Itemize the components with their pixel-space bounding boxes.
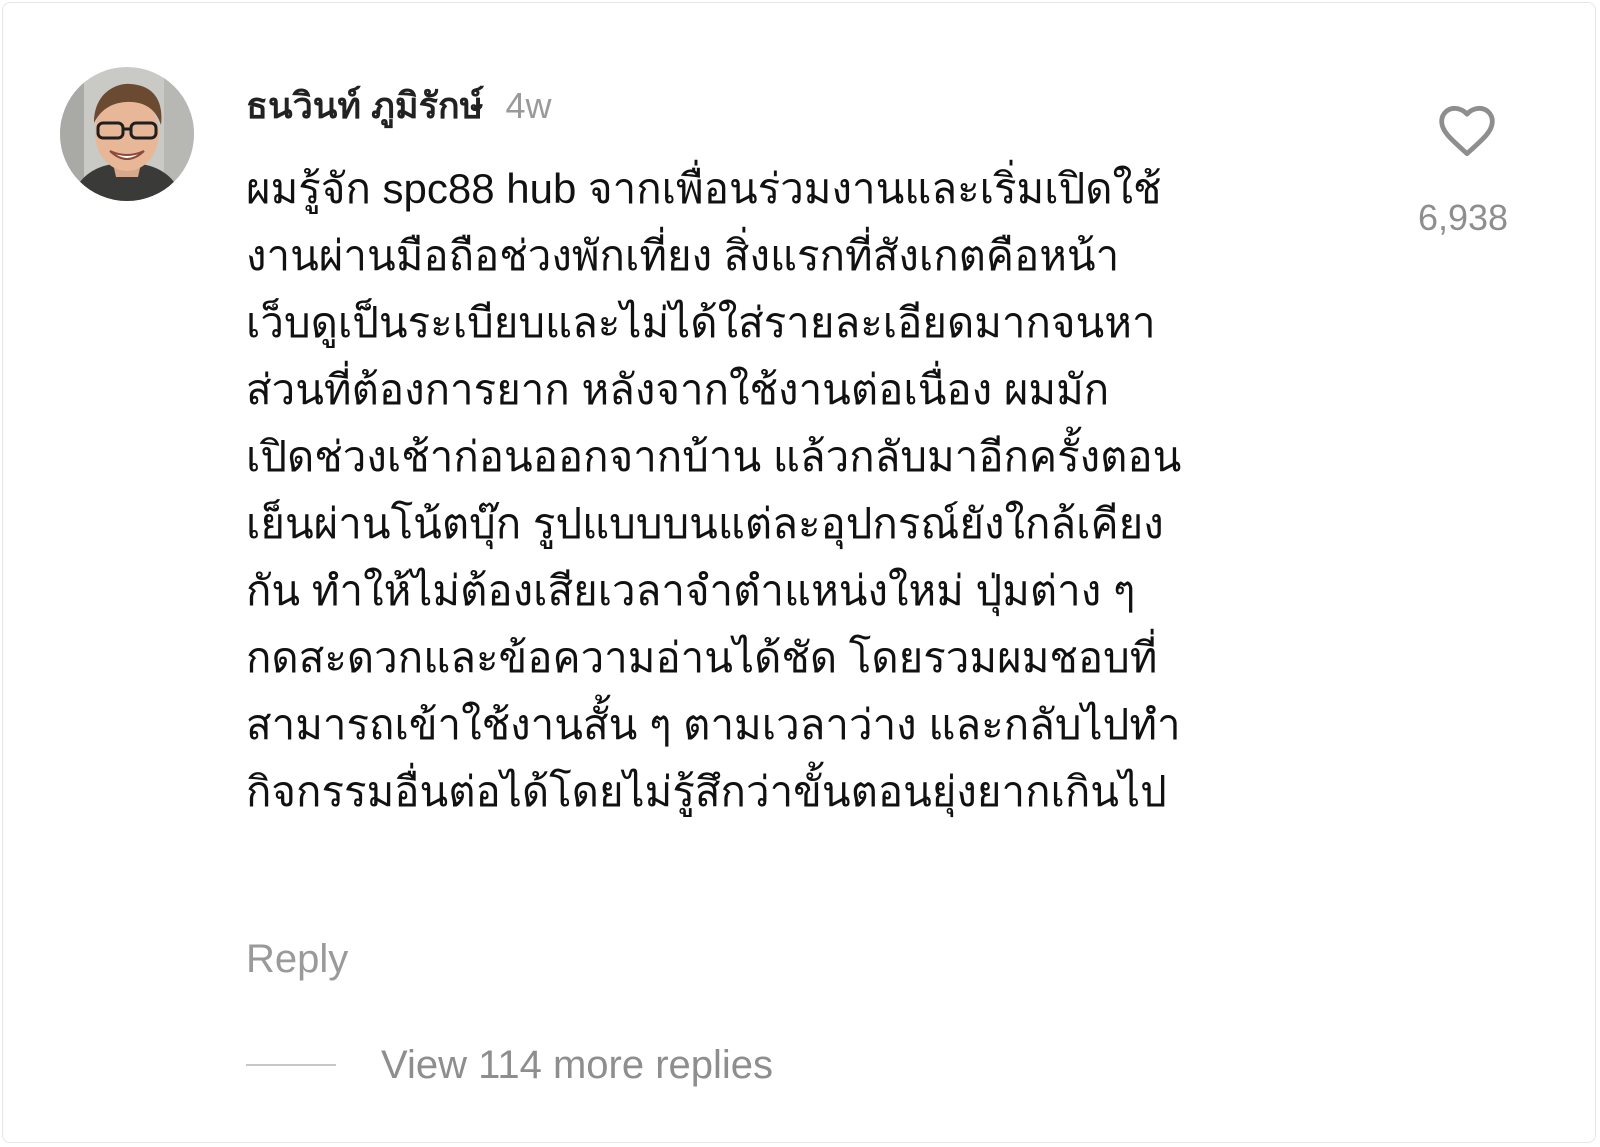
comment-header: ธนวินท์ ภูมิรักษ์ 4w [246,77,552,127]
avatar[interactable] [60,67,194,201]
avatar-image [60,67,194,201]
comment-text: ผมรู้จัก spc88 hub จากเพื่อนร่วมงานและเร… [246,165,1182,815]
view-more-replies-button[interactable]: View 114 more replies [381,1043,773,1088]
replies-divider [246,1064,336,1066]
comment-card: ธนวินท์ ภูมิรักษ์ 4w ผมรู้จัก spc88 hub … [2,2,1596,1143]
heart-outline-icon [1439,105,1495,157]
like-button[interactable] [1435,99,1499,163]
reply-button[interactable]: Reply [246,937,348,982]
username[interactable]: ธนวินท์ ภูมิรักษ์ [246,77,483,134]
like-count: 6,938 [1417,197,1509,238]
timestamp: 4w [505,85,552,126]
